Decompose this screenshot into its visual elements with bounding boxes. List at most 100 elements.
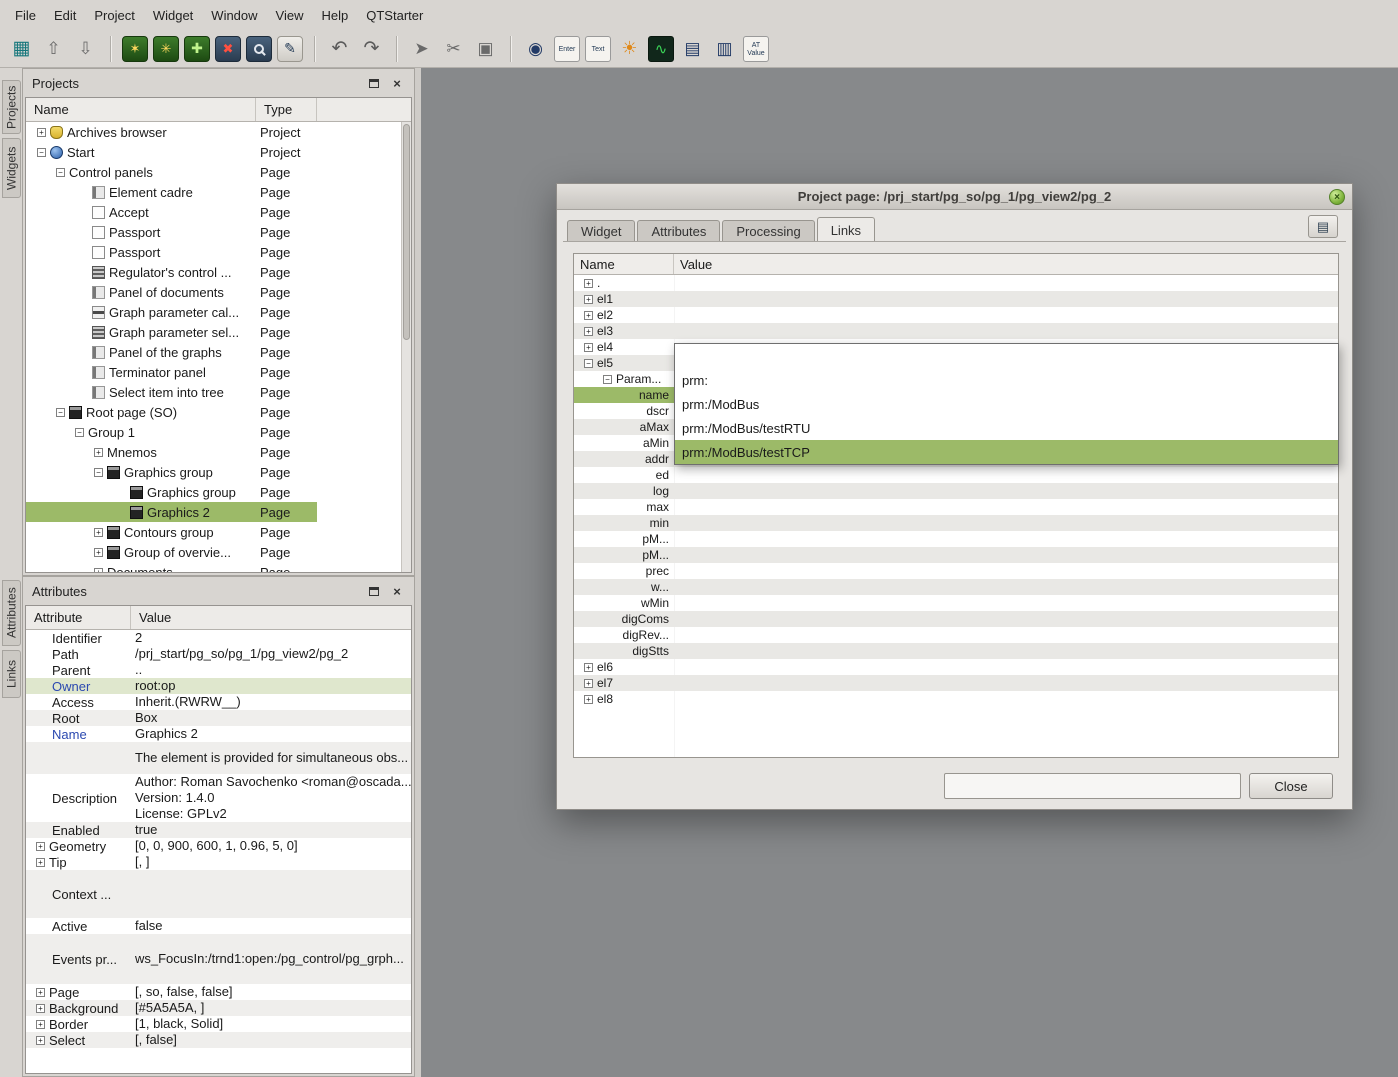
expand-icon[interactable]: +	[36, 988, 45, 997]
link-row[interactable]: +el3	[574, 323, 1338, 339]
tree-row[interactable]: AcceptPage	[26, 202, 401, 222]
attribute-row[interactable]: Activefalse	[26, 918, 411, 934]
link-row[interactable]: +.	[574, 275, 1338, 291]
dropdown-item[interactable]: prm:/ModBus/testRTU	[675, 416, 1338, 440]
expand-icon[interactable]: +	[36, 1004, 45, 1013]
attribute-row[interactable]: Identifier2	[26, 630, 411, 646]
collapse-icon[interactable]: −	[56, 168, 65, 177]
tree-row[interactable]: +Archives browserProject	[26, 122, 401, 142]
zoom-icon[interactable]	[246, 36, 272, 62]
pointer-icon[interactable]: ➤	[408, 35, 435, 62]
link-row[interactable]: max	[574, 499, 1338, 515]
expand-icon[interactable]: +	[94, 528, 103, 537]
attribute-row[interactable]: Ownerroot:op	[26, 678, 411, 694]
attribute-row[interactable]: +Background[#5A5A5A, ]	[26, 1000, 411, 1016]
media-icon[interactable]: ☀	[616, 35, 643, 62]
link-row[interactable]: min	[574, 515, 1338, 531]
tree-row[interactable]: Panel of documentsPage	[26, 282, 401, 302]
column-header-value[interactable]: Value	[131, 606, 411, 629]
diagram-icon[interactable]: ∿	[648, 36, 674, 62]
menu-file[interactable]: File	[6, 4, 45, 27]
tab-processing[interactable]: Processing	[722, 220, 814, 242]
collapse-icon[interactable]: −	[584, 359, 593, 368]
attribute-row[interactable]: Path/prj_start/pg_so/pg_1/pg_view2/pg_2	[26, 646, 411, 662]
tree-row[interactable]: Graph parameter cal...Page	[26, 302, 401, 322]
tree-row[interactable]: Graphics 2Page	[26, 502, 401, 522]
undo-icon[interactable]: ↶	[326, 35, 353, 62]
tree-row[interactable]: PassportPage	[26, 222, 401, 242]
column-header-value[interactable]: Value	[674, 254, 1338, 274]
text-elements-icon[interactable]: Text	[585, 36, 611, 62]
tab-widgets[interactable]: Widgets	[2, 138, 21, 198]
expand-icon[interactable]: +	[36, 1036, 45, 1045]
tree-row[interactable]: Terminator panelPage	[26, 362, 401, 382]
tree-row[interactable]: −Group 1Page	[26, 422, 401, 442]
save-to-db-icon[interactable]: ⇩	[72, 35, 99, 62]
float-dock-icon[interactable]	[366, 583, 382, 599]
column-header-attribute[interactable]: Attribute	[26, 606, 131, 629]
attributes-panel-button[interactable]: ▤	[1308, 215, 1338, 238]
expand-icon[interactable]: +	[94, 448, 103, 457]
tab-links[interactable]: Links	[2, 650, 21, 698]
tree-row[interactable]: Graph parameter sel...Page	[26, 322, 401, 342]
expand-icon[interactable]: +	[584, 279, 593, 288]
expand-icon[interactable]: +	[584, 679, 593, 688]
tree-row[interactable]: Element cadrePage	[26, 182, 401, 202]
close-button[interactable]: Close	[1249, 773, 1333, 799]
link-row[interactable]: +el2	[574, 307, 1338, 323]
column-header-type[interactable]: Type	[256, 98, 317, 121]
tree-row[interactable]: −StartProject	[26, 142, 401, 162]
tree-row[interactable]: PassportPage	[26, 242, 401, 262]
tree-row[interactable]: +DocumentsPage	[26, 562, 401, 572]
delete-page-icon[interactable]: ✖	[215, 36, 241, 62]
form-elements-icon[interactable]: Enter	[554, 36, 580, 62]
link-row[interactable]: +el6	[574, 659, 1338, 675]
collapse-icon[interactable]: −	[603, 375, 612, 384]
add-page-icon[interactable]: ✚	[184, 36, 210, 62]
paste-icon[interactable]: ▣	[472, 35, 499, 62]
tree-row[interactable]: Panel of the graphsPage	[26, 342, 401, 362]
link-row[interactable]: log	[574, 483, 1338, 499]
link-row[interactable]: digStts	[574, 643, 1338, 659]
collapse-icon[interactable]: −	[37, 148, 46, 157]
attribute-row[interactable]: The element is provided for simultaneous…	[26, 742, 411, 774]
link-row[interactable]: prec	[574, 563, 1338, 579]
function-value-icon[interactable]: AT Value	[743, 36, 769, 62]
attribute-row[interactable]: +Border[1, black, Solid]	[26, 1016, 411, 1032]
expand-icon[interactable]: +	[36, 1020, 45, 1029]
menu-view[interactable]: View	[267, 4, 313, 27]
link-row[interactable]: digRev...	[574, 627, 1338, 643]
attribute-row[interactable]: AccessInherit.(RWRW__)	[26, 694, 411, 710]
menu-qtstarter[interactable]: QTStarter	[357, 4, 432, 27]
expand-icon[interactable]: +	[584, 311, 593, 320]
column-header-name[interactable]: Name	[26, 98, 256, 121]
dropdown-item[interactable]: prm:/ModBus/testTCP	[675, 440, 1338, 464]
attribute-row[interactable]: Events pr...ws_FocusIn:/trnd1:open:/pg_c…	[26, 934, 411, 984]
link-row[interactable]: pM...	[574, 531, 1338, 547]
dropdown-item[interactable]: prm:	[675, 368, 1338, 392]
expand-icon[interactable]: +	[37, 128, 46, 137]
collapse-icon[interactable]: −	[56, 408, 65, 417]
close-dock-icon[interactable]: ×	[389, 75, 405, 91]
dropdown-item[interactable]: prm:/ModBus	[675, 392, 1338, 416]
link-row[interactable]: pM...	[574, 547, 1338, 563]
attribute-row[interactable]: Enabledtrue	[26, 822, 411, 838]
menu-project[interactable]: Project	[85, 4, 143, 27]
expand-icon[interactable]: +	[94, 568, 103, 573]
tree-row[interactable]: +Group of overvie...Page	[26, 542, 401, 562]
expand-icon[interactable]: +	[584, 695, 593, 704]
tab-widget[interactable]: Widget	[567, 220, 635, 242]
link-row[interactable]: w...	[574, 579, 1338, 595]
column-header-name[interactable]: Name	[574, 254, 674, 274]
attribute-row[interactable]: +Geometry[0, 0, 900, 600, 1, 0.96, 5, 0]	[26, 838, 411, 854]
tree-row[interactable]: +MnemosPage	[26, 442, 401, 462]
expand-icon[interactable]: +	[584, 343, 593, 352]
expand-icon[interactable]: +	[36, 842, 45, 851]
link-row[interactable]: digComs	[574, 611, 1338, 627]
expand-icon[interactable]: +	[584, 295, 593, 304]
dialog-close-icon[interactable]: ×	[1329, 189, 1345, 205]
float-dock-icon[interactable]	[366, 75, 382, 91]
collapse-icon[interactable]: −	[75, 428, 84, 437]
tree-row[interactable]: Select item into treePage	[26, 382, 401, 402]
link-row[interactable]: wMin	[574, 595, 1338, 611]
